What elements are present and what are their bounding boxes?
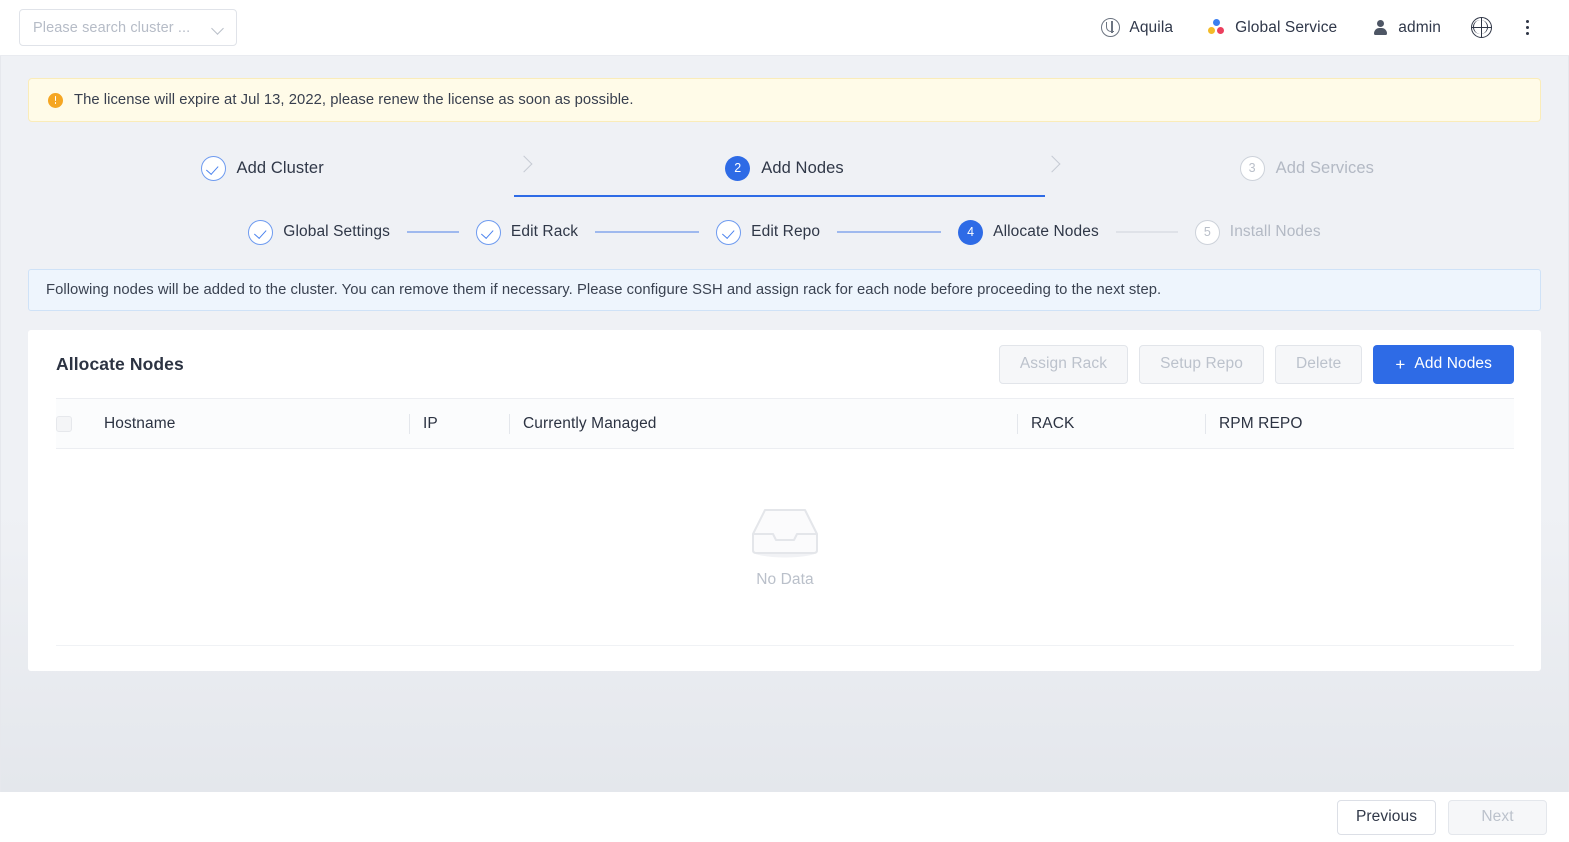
previous-button[interactable]: Previous xyxy=(1337,799,1436,835)
main-step-add-services[interactable]: 3 Add Services xyxy=(1046,139,1568,197)
chevron-down-icon xyxy=(212,24,225,32)
empty-state-text: No Data xyxy=(756,571,814,588)
top-bar: Please search cluster ... Aquila Global … xyxy=(0,0,1569,56)
plus-icon: + xyxy=(1395,354,1406,374)
card-header: Allocate Nodes Assign Rack Setup Repo De… xyxy=(28,330,1541,398)
sub-step-allocate-nodes[interactable]: 4 Allocate Nodes xyxy=(958,219,1099,245)
main-step-add-cluster[interactable]: Add Cluster xyxy=(1,139,523,197)
select-all-checkbox-cell[interactable] xyxy=(56,398,104,449)
cluster-search-placeholder: Please search cluster ... xyxy=(33,19,191,36)
language-button[interactable] xyxy=(1458,8,1505,48)
topbar-item-aquila-label: Aquila xyxy=(1129,18,1174,36)
kebab-menu-icon xyxy=(1518,18,1536,38)
step-done-check-icon xyxy=(200,155,226,181)
table-header-row: Hostname IP Currently Managed RACK RPM R… xyxy=(56,398,1514,449)
empty-box-icon xyxy=(752,509,818,558)
topbar-item-admin-label: admin xyxy=(1398,18,1441,36)
main-step-add-services-label: Add Services xyxy=(1275,158,1375,177)
sub-step-connector xyxy=(406,231,459,233)
sub-step-global-settings[interactable]: Global Settings xyxy=(248,219,390,245)
sub-step-connector xyxy=(837,231,942,233)
column-header-ip[interactable]: IP xyxy=(409,398,509,449)
main-step-add-cluster-label: Add Cluster xyxy=(236,158,324,177)
add-nodes-button-label: Add Nodes xyxy=(1414,355,1492,372)
sub-step-connector xyxy=(1115,231,1178,233)
page-title: Allocate Nodes xyxy=(56,353,184,374)
assign-rack-button[interactable]: Assign Rack xyxy=(998,344,1129,384)
info-banner: Following nodes will be added to the clu… xyxy=(28,269,1541,311)
top-bar-right: Aquila Global Service admin xyxy=(1084,8,1549,48)
sub-step-connector xyxy=(595,231,700,233)
setup-repo-button[interactable]: Setup Repo xyxy=(1139,344,1264,384)
add-nodes-button[interactable]: + Add Nodes xyxy=(1373,344,1514,384)
chevron-right-icon xyxy=(1045,156,1061,172)
select-all-checkbox[interactable] xyxy=(56,415,72,432)
step-number-badge: 2 xyxy=(725,155,751,181)
column-header-rpm-repo[interactable]: RPM REPO xyxy=(1205,398,1514,449)
step-number-badge: 4 xyxy=(958,219,984,245)
topbar-item-admin[interactable]: admin xyxy=(1354,8,1458,48)
aquila-globe-icon xyxy=(1101,18,1121,37)
allocate-nodes-card: Allocate Nodes Assign Rack Setup Repo De… xyxy=(28,330,1541,671)
sub-stepper: Global Settings Edit Rack Edit Repo 4 Al… xyxy=(1,211,1568,253)
active-step-underline xyxy=(514,194,1045,197)
card-action-buttons: Assign Rack Setup Repo Delete + Add Node… xyxy=(998,344,1514,384)
column-header-hostname[interactable]: Hostname xyxy=(104,398,409,449)
sub-step-edit-repo[interactable]: Edit Repo xyxy=(716,219,821,245)
chevron-right-icon xyxy=(517,156,533,172)
license-expiry-banner: The license will expire at Jul 13, 2022,… xyxy=(28,78,1541,122)
next-button[interactable]: Next xyxy=(1448,799,1547,835)
step-done-check-icon xyxy=(248,219,274,245)
sub-step-global-settings-label: Global Settings xyxy=(283,223,390,240)
page-body: The license will expire at Jul 13, 2022,… xyxy=(0,56,1569,792)
topbar-item-global-service-label: Global Service xyxy=(1235,18,1338,36)
license-banner-text: The license will expire at Jul 13, 2022,… xyxy=(74,92,634,108)
sub-step-edit-repo-label: Edit Repo xyxy=(751,223,821,240)
main-step-add-nodes-label: Add Nodes xyxy=(761,158,844,177)
info-banner-text: Following nodes will be added to the clu… xyxy=(46,282,1162,298)
step-done-check-icon xyxy=(716,219,742,245)
cluster-search-select[interactable]: Please search cluster ... xyxy=(19,9,237,46)
sub-step-edit-rack[interactable]: Edit Rack xyxy=(475,219,579,245)
topbar-item-aquila[interactable]: Aquila xyxy=(1084,8,1190,48)
sub-step-edit-rack-label: Edit Rack xyxy=(510,223,579,240)
step-number-badge: 5 xyxy=(1194,219,1220,245)
topbar-item-global-service[interactable]: Global Service xyxy=(1190,8,1354,48)
empty-state: No Data xyxy=(56,449,1514,641)
sub-step-allocate-nodes-label: Allocate Nodes xyxy=(993,223,1099,240)
globe-icon xyxy=(1471,17,1492,38)
wizard-footer: Previous Next xyxy=(0,792,1569,842)
column-header-rack[interactable]: RACK xyxy=(1017,398,1205,449)
main-step-add-nodes[interactable]: 2 Add Nodes xyxy=(523,139,1045,197)
column-header-currently-managed[interactable]: Currently Managed xyxy=(509,398,1017,449)
step-done-check-icon xyxy=(475,219,501,245)
user-icon xyxy=(1371,19,1389,37)
main-stepper: Add Cluster 2 Add Nodes 3 Add Services xyxy=(1,139,1568,197)
global-service-dots-icon xyxy=(1207,18,1226,37)
warning-icon xyxy=(48,92,63,108)
step-number-badge: 3 xyxy=(1239,155,1265,181)
sub-step-install-nodes[interactable]: 5 Install Nodes xyxy=(1194,219,1321,245)
sub-step-install-nodes-label: Install Nodes xyxy=(1229,223,1321,240)
delete-button[interactable]: Delete xyxy=(1274,344,1363,384)
table-body: No Data xyxy=(56,449,1514,646)
more-menu-button[interactable] xyxy=(1505,8,1549,48)
